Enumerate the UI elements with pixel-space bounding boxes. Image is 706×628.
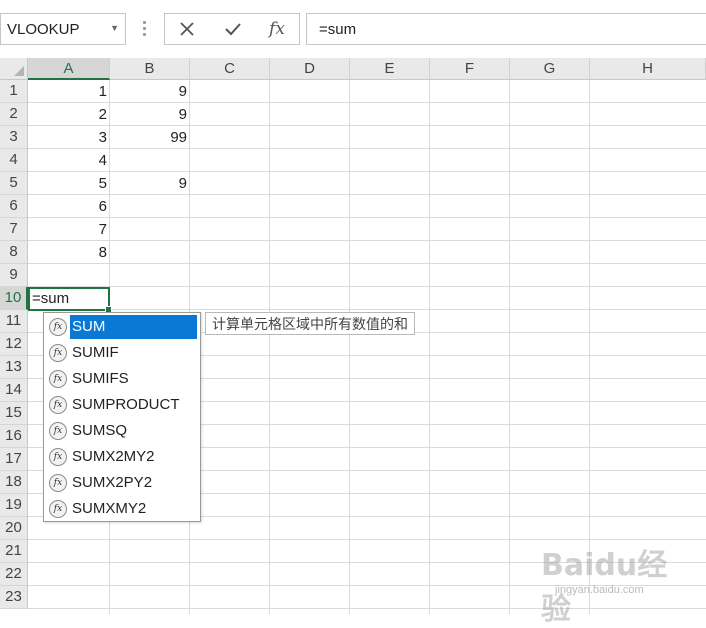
autocomplete-item-sumifs[interactable]: fx SUMIFS (46, 366, 199, 392)
formula-buttons: fx (164, 13, 300, 45)
row-header-16[interactable]: 16 (0, 425, 28, 448)
column-header-f[interactable]: F (430, 58, 510, 80)
autocomplete-item-label: SUMIFS (72, 370, 129, 387)
insert-function-button[interactable]: fx (257, 14, 297, 44)
gridline-vertical (509, 80, 510, 614)
function-icon: fx (49, 370, 67, 388)
column-header-d[interactable]: D (270, 58, 350, 80)
watermark: Baidu经验 jingyan.baidu.com (535, 540, 675, 627)
row-header-19[interactable]: 19 (0, 494, 28, 517)
autocomplete-item-label: SUM (70, 315, 197, 339)
gridline-horizontal (28, 286, 706, 287)
row-header-20[interactable]: 20 (0, 517, 28, 540)
row-header-15[interactable]: 15 (0, 402, 28, 425)
row-header-2[interactable]: 2 (0, 103, 28, 126)
row-header-17[interactable]: 17 (0, 448, 28, 471)
row-header-10[interactable]: 10 (0, 287, 28, 310)
function-icon: fx (49, 318, 67, 336)
cell-a8[interactable]: 8 (28, 241, 110, 264)
column-header-e[interactable]: E (350, 58, 430, 80)
function-icon: fx (49, 474, 67, 492)
name-box-value: VLOOKUP (7, 21, 80, 38)
row-header-4[interactable]: 4 (0, 149, 28, 172)
row-header-6[interactable]: 6 (0, 195, 28, 218)
active-cell-a10[interactable]: =sum (28, 287, 112, 313)
gridline-vertical (269, 80, 270, 614)
cell-a7[interactable]: 7 (28, 218, 110, 241)
autocomplete-item-sumx2my2[interactable]: fx SUMX2MY2 (46, 444, 199, 470)
active-cell-value: =sum (32, 290, 70, 307)
gridline-horizontal (28, 217, 706, 218)
autocomplete-item-sumif[interactable]: fx SUMIF (46, 340, 199, 366)
row-header-7[interactable]: 7 (0, 218, 28, 241)
gridline-vertical (589, 80, 590, 614)
column-header-h[interactable]: H (590, 58, 706, 80)
column-header-c[interactable]: C (190, 58, 270, 80)
drag-handle-icon[interactable] (142, 18, 148, 40)
row-header-1[interactable]: 1 (0, 80, 28, 103)
autocomplete-item-label: SUMXMY2 (72, 500, 147, 517)
autocomplete-item-sumsq[interactable]: fx SUMSQ (46, 418, 199, 444)
autocomplete-item-label: SUMSQ (72, 422, 128, 439)
autocomplete-item-label: SUMX2MY2 (72, 448, 155, 465)
select-all-button[interactable] (0, 58, 28, 80)
column-header-g[interactable]: G (510, 58, 590, 80)
row-header-18[interactable]: 18 (0, 471, 28, 494)
gridline-horizontal (28, 263, 706, 264)
cell-a3[interactable]: 3 (28, 126, 110, 149)
row-header-14[interactable]: 14 (0, 379, 28, 402)
autocomplete-item-sum[interactable]: fx SUM (46, 314, 199, 340)
row-header-21[interactable]: 21 (0, 540, 28, 563)
cell-b3[interactable]: 99 (110, 126, 190, 149)
function-autocomplete-list: fx SUM fx SUMIF fx SUMIFS fx SUMPRODUCT fx SUMSQ f… (43, 312, 201, 522)
cell-b2[interactable]: 9 (110, 103, 190, 126)
autocomplete-item-label: SUMIF (72, 344, 119, 361)
name-box[interactable]: VLOOKUP ▼ (0, 13, 126, 45)
cell-a2[interactable]: 2 (28, 103, 110, 126)
row-header-8[interactable]: 8 (0, 241, 28, 264)
row-header-12[interactable]: 12 (0, 333, 28, 356)
autocomplete-item-label: SUMPRODUCT (72, 396, 180, 413)
cell-a5[interactable]: 5 (28, 172, 110, 195)
function-icon: fx (49, 500, 67, 518)
row-header-11[interactable]: 11 (0, 310, 28, 333)
formula-input[interactable]: =sum (306, 13, 706, 45)
gridline-horizontal (28, 240, 706, 241)
watermark-url: jingyan.baidu.com (555, 584, 644, 596)
cell-a4[interactable]: 4 (28, 149, 110, 172)
formula-bar-area: VLOOKUP ▼ fx =sum (0, 0, 706, 58)
cell-a1[interactable]: 1 (28, 80, 110, 103)
row-header-22[interactable]: 22 (0, 563, 28, 586)
checkmark-icon[interactable] (213, 14, 253, 44)
gridline-vertical (349, 80, 350, 614)
function-icon: fx (49, 448, 67, 466)
close-icon[interactable] (167, 14, 207, 44)
function-icon: fx (49, 396, 67, 414)
autocomplete-item-sumxmy2[interactable]: fx SUMXMY2 (46, 496, 199, 522)
row-header-3[interactable]: 3 (0, 126, 28, 149)
cell-b1[interactable]: 9 (110, 80, 190, 103)
gridline-vertical (429, 80, 430, 614)
function-icon: fx (49, 422, 67, 440)
row-header-5[interactable]: 5 (0, 172, 28, 195)
row-header-23[interactable]: 23 (0, 586, 28, 609)
formula-input-value: =sum (319, 21, 357, 38)
column-header-b[interactable]: B (110, 58, 190, 80)
chevron-down-icon[interactable]: ▼ (110, 23, 119, 33)
function-tooltip: 计算单元格区域中所有数值的和 (205, 312, 415, 335)
autocomplete-item-sumx2py2[interactable]: fx SUMX2PY2 (46, 470, 199, 496)
function-icon: fx (49, 344, 67, 362)
gridline-horizontal (28, 309, 706, 310)
row-header-13[interactable]: 13 (0, 356, 28, 379)
fx-icon: fx (269, 19, 285, 39)
row-header-9[interactable]: 9 (0, 264, 28, 287)
cell-a6[interactable]: 6 (28, 195, 110, 218)
cell-b5[interactable]: 9 (110, 172, 190, 195)
autocomplete-item-label: SUMX2PY2 (72, 474, 153, 491)
column-header-a[interactable]: A (28, 58, 110, 80)
autocomplete-item-sumproduct[interactable]: fx SUMPRODUCT (46, 392, 199, 418)
